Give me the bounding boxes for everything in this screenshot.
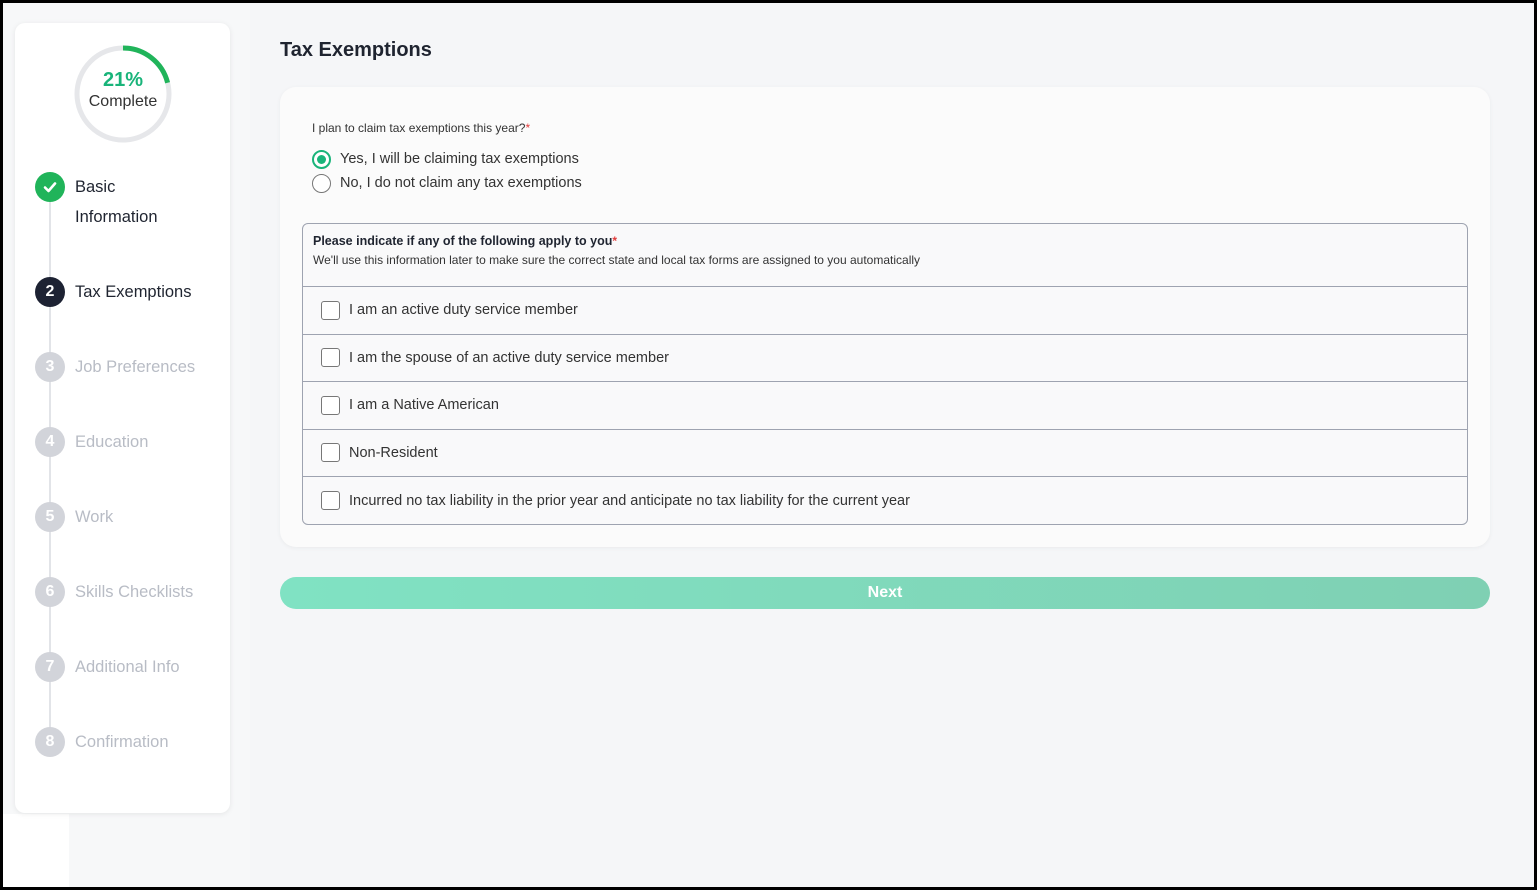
checkbox[interactable] — [321, 491, 340, 511]
step-basic-information[interactable]: Basic Information — [35, 172, 225, 232]
left-column-corner — [3, 814, 69, 887]
step-label: Confirmation — [75, 733, 169, 751]
claim-question-text: I plan to claim tax exemptions this year… — [312, 121, 526, 135]
required-mark: * — [612, 234, 618, 248]
step-label: Tax Exemptions — [75, 283, 192, 301]
step-additional-info[interactable]: 7 Additional Info — [35, 652, 225, 682]
checkbox[interactable] — [321, 443, 340, 463]
progress-ring: 21% Complete — [72, 43, 174, 145]
step-number: 8 — [35, 727, 65, 757]
page-title: Tax Exemptions — [280, 39, 432, 61]
step-confirmation[interactable]: 8 Confirmation — [35, 727, 225, 757]
option-no-tax-liability[interactable]: Incurred no tax liability in the prior y… — [303, 477, 1467, 524]
progress-sidebar: 21% Complete Basic Information 2 Tax Exe… — [15, 23, 230, 813]
tax-exemptions-card: I plan to claim tax exemptions this year… — [280, 87, 1490, 547]
option-active-duty[interactable]: I am an active duty service member — [303, 287, 1467, 335]
option-label: Incurred no tax liability in the prior y… — [349, 492, 910, 509]
radio-selected-icon[interactable] — [312, 149, 331, 169]
radio-label: No, I do not claim any tax exemptions — [340, 175, 582, 191]
apply-options-box: Please indicate if any of the following … — [302, 223, 1468, 525]
checkbox[interactable] — [321, 395, 340, 415]
step-label: Education — [75, 433, 149, 451]
step-label: Job Preferences — [75, 358, 196, 376]
checkbox[interactable] — [321, 300, 340, 320]
apply-subtitle: We'll use this information later to make… — [313, 253, 921, 267]
step-label: Skills Checklists — [75, 583, 194, 601]
required-mark: * — [525, 121, 531, 135]
radio-claim-no[interactable]: No, I do not claim any tax exemptions — [312, 173, 582, 193]
radio-label: Yes, I will be claiming tax exemptions — [340, 151, 579, 167]
option-label: I am the spouse of an active duty servic… — [349, 349, 669, 366]
option-label: Non-Resident — [349, 444, 438, 461]
claim-question: I plan to claim tax exemptions this year… — [312, 121, 530, 135]
next-button[interactable]: Next — [280, 577, 1490, 609]
apply-title: Please indicate if any of the following … — [313, 234, 1457, 248]
step-number: 4 — [35, 427, 65, 457]
progress-label: Complete — [88, 93, 158, 110]
step-education[interactable]: 4 Education — [35, 427, 225, 457]
apply-header: Please indicate if any of the following … — [303, 224, 1467, 287]
option-spouse-active-duty[interactable]: I am the spouse of an active duty servic… — [303, 335, 1467, 382]
option-native-american[interactable]: I am a Native American — [303, 382, 1467, 430]
step-number: 2 — [35, 277, 65, 307]
step-job-preferences[interactable]: 3 Job Preferences — [35, 352, 225, 382]
radio-claim-yes[interactable]: Yes, I will be claiming tax exemptions — [312, 149, 579, 169]
apply-title-text: Please indicate if any of the following … — [313, 234, 613, 248]
check-icon — [35, 172, 65, 202]
step-tax-exemptions[interactable]: 2 Tax Exemptions — [35, 277, 225, 307]
radio-unselected-icon[interactable] — [312, 173, 331, 193]
step-number: 6 — [35, 577, 65, 607]
step-skills-checklists[interactable]: 6 Skills Checklists — [35, 577, 225, 607]
step-number: 5 — [35, 502, 65, 532]
step-label: Basic Information — [75, 178, 158, 226]
step-label: Work — [75, 508, 114, 526]
option-label: I am an active duty service member — [349, 302, 578, 319]
step-label: Additional Info — [75, 658, 180, 676]
checkbox[interactable] — [321, 348, 340, 368]
option-label: I am a Native American — [349, 397, 499, 414]
option-non-resident[interactable]: Non-Resident — [303, 430, 1467, 477]
step-number: 3 — [35, 352, 65, 382]
step-work[interactable]: 5 Work — [35, 502, 225, 532]
main-content: Tax Exemptions I plan to claim tax exemp… — [250, 3, 1534, 887]
step-number: 7 — [35, 652, 65, 682]
progress-percent: 21% — [102, 69, 144, 91]
